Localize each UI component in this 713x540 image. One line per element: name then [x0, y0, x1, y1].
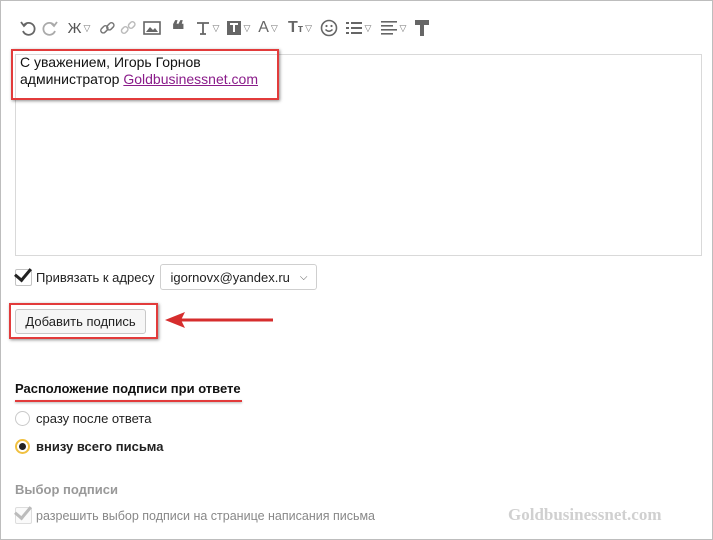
- placement-option-bottom[interactable]: внизу всего письма: [15, 439, 163, 454]
- choice-label: разрешить выбор подписи на странице напи…: [36, 508, 376, 523]
- button-highlight-box: [9, 303, 158, 339]
- list-button[interactable]: ▽: [341, 14, 375, 42]
- align-button[interactable]: ▽: [375, 14, 411, 42]
- chevron-down-icon: ▽: [243, 22, 251, 33]
- font-color-button[interactable]: A ▽: [253, 14, 283, 42]
- bold-button[interactable]: Ж ▽: [61, 14, 97, 42]
- bind-address-row: Привязать к адресу igornovx@yandex.ru ⌵: [14, 263, 317, 290]
- email-select[interactable]: igornovx@yandex.ru ⌵: [160, 264, 317, 290]
- bold-icon: Ж: [67, 19, 82, 37]
- smiley-icon[interactable]: [317, 14, 341, 42]
- placement-option-label: внизу всего письма: [36, 439, 164, 454]
- editor-toolbar: Ж ▽ ❝ ▽ ▽ A ▽ Tт ▽ ▽ ▽: [17, 10, 697, 46]
- text-format-button[interactable]: ▽: [191, 14, 223, 42]
- chevron-down-icon: ⌵: [299, 271, 308, 283]
- signature-highlight-box: [11, 49, 279, 100]
- font-color-icon: A: [258, 19, 269, 36]
- font-size-icon: Tт: [287, 19, 304, 36]
- choice-title: Выбор подписи: [15, 482, 118, 497]
- choice-checkbox[interactable]: [14, 501, 32, 524]
- radio-bottom[interactable]: [15, 439, 30, 454]
- chevron-down-icon: ▽: [364, 22, 372, 33]
- redo-icon[interactable]: [39, 14, 61, 42]
- placement-title: Расположение подписи при ответе: [15, 381, 241, 396]
- placement-option-label: сразу после ответа: [36, 411, 152, 426]
- format-painter-icon[interactable]: [411, 14, 433, 42]
- chevron-down-icon: ▽: [212, 22, 220, 33]
- bind-address-label: Привязать к адресу: [36, 269, 155, 285]
- chevron-down-icon: ▽: [83, 22, 91, 33]
- choice-row: разрешить выбор подписи на странице напи…: [14, 501, 376, 524]
- email-select-value: igornovx@yandex.ru: [170, 269, 290, 285]
- placement-underline: [15, 400, 242, 402]
- arrow-annotation: [165, 312, 273, 328]
- checkmark-icon: [14, 263, 32, 282]
- undo-icon[interactable]: [17, 14, 39, 42]
- text-box-button[interactable]: ▽: [223, 14, 253, 42]
- link-icon[interactable]: [97, 14, 117, 42]
- chevron-down-icon: ▽: [305, 22, 313, 33]
- unlink-icon[interactable]: [117, 14, 139, 42]
- text-format-icon: [196, 22, 209, 35]
- text-box-icon: [226, 21, 241, 35]
- watermark: Goldbusinessnet.com: [508, 505, 662, 524]
- font-size-button[interactable]: Tт ▽: [283, 14, 317, 42]
- chevron-down-icon: ▽: [270, 22, 278, 33]
- quote-icon[interactable]: ❝: [165, 14, 191, 43]
- bind-address-checkbox[interactable]: [14, 263, 32, 286]
- image-icon[interactable]: [139, 14, 165, 42]
- align-icon: [380, 21, 397, 35]
- placement-option-after-reply[interactable]: сразу после ответа: [15, 411, 151, 426]
- radio-after-reply[interactable]: [15, 411, 30, 426]
- chevron-down-icon: ▽: [399, 22, 407, 33]
- list-icon: [345, 22, 362, 34]
